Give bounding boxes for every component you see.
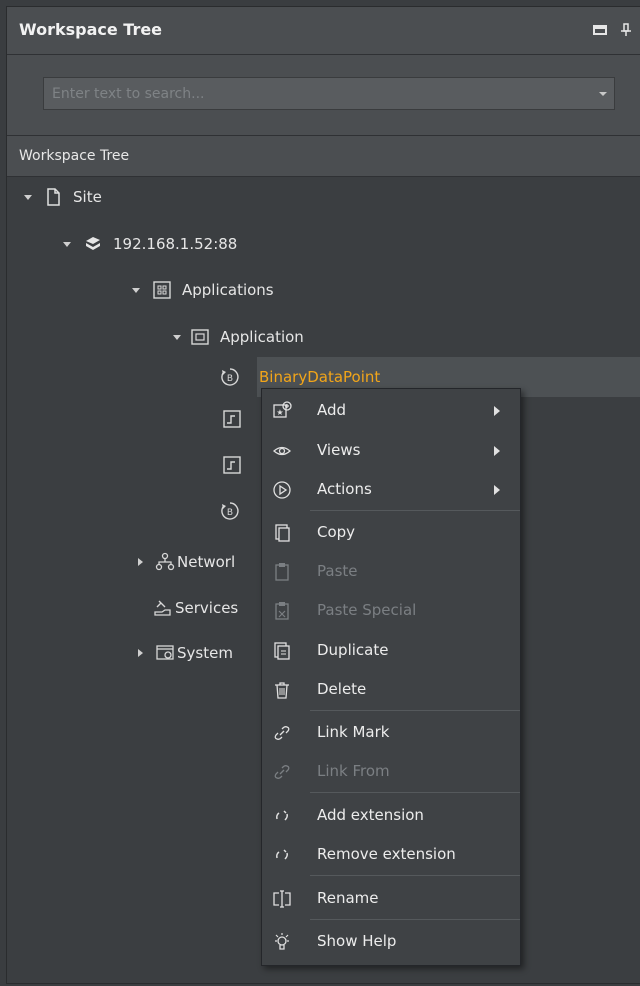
menu-item-label: Rename (317, 889, 379, 907)
collapse-toggle-icon[interactable] (135, 557, 145, 567)
menu-item-link-from[interactable]: Link From (262, 752, 520, 792)
context-menu: ★ Add Views Actions Copy Paste Paste Spe… (261, 388, 521, 966)
document-icon (47, 188, 60, 206)
menu-item-copy[interactable]: Copy (262, 513, 520, 553)
dropdown-arrow-icon[interactable] (598, 90, 608, 98)
collapse-toggle-icon[interactable] (135, 648, 145, 658)
menu-separator (310, 710, 520, 711)
menu-item-add[interactable]: ★ Add (262, 391, 520, 431)
menu-item-label: Link Mark (317, 723, 390, 741)
menu-item-label: Add (317, 401, 347, 419)
tree-header: Workspace Tree (7, 136, 640, 177)
tree-node-label: System (177, 644, 233, 662)
menu-item-duplicate[interactable]: Duplicate (262, 631, 520, 671)
svg-text:B: B (227, 508, 233, 518)
menu-item-paste-special[interactable]: Paste Special (262, 591, 520, 631)
menu-item-views[interactable]: Views (262, 431, 520, 471)
menu-item-paste[interactable]: Paste (262, 552, 520, 592)
paste-special-icon (275, 602, 289, 620)
expand-toggle-icon[interactable] (62, 239, 72, 249)
submenu-arrow-icon (494, 446, 500, 456)
menu-item-show-help[interactable]: Show Help (262, 922, 520, 962)
expand-toggle-icon[interactable] (172, 332, 182, 342)
menu-item-label: Delete (317, 680, 367, 698)
menu-item-label: Copy (317, 523, 356, 541)
tree-node-label: Services (175, 599, 239, 617)
submenu-arrow-icon (494, 485, 500, 495)
analog-datapoint-icon (223, 410, 241, 428)
applications-icon (153, 281, 171, 299)
panel-titlebar: Workspace Tree (7, 7, 640, 55)
tree-node-applications[interactable]: Applications (7, 270, 640, 310)
application-icon (191, 329, 209, 345)
menu-item-label: Paste Special (317, 601, 417, 619)
menu-item-label: Views (317, 441, 361, 459)
search-input[interactable] (44, 78, 584, 109)
link-icon (274, 726, 290, 740)
menu-item-label: Actions (317, 480, 372, 498)
tree-node-label: BinaryDataPoint (259, 368, 381, 386)
search-area (7, 55, 640, 136)
tree-node-label: Applications (182, 281, 274, 299)
system-icon (156, 645, 174, 660)
binary-datapoint-icon: B (221, 502, 239, 520)
tree-node-label: Application (220, 328, 304, 346)
menu-separator (310, 792, 520, 793)
menu-item-label: Paste (317, 562, 358, 580)
menu-item-label: Show Help (317, 932, 397, 950)
eye-icon (273, 446, 291, 456)
expand-toggle-icon[interactable] (23, 192, 33, 202)
menu-item-actions[interactable]: Actions (262, 470, 520, 510)
unlink-icon (274, 765, 290, 779)
menu-item-label: Link From (317, 762, 390, 780)
trash-icon (275, 682, 289, 699)
tree-node-label: Networl (177, 553, 236, 571)
expand-toggle-icon[interactable] (131, 285, 141, 295)
tree-node-label: 192.168.1.52:88 (113, 235, 238, 253)
menu-item-remove-extension[interactable]: Remove extension (262, 835, 520, 875)
lightbulb-icon (275, 933, 289, 950)
add-icon: ★ (273, 401, 292, 418)
network-icon (155, 552, 175, 571)
tree-node-label: Site (73, 188, 102, 206)
menu-item-rename[interactable]: Rename (262, 879, 520, 919)
menu-separator (310, 510, 520, 511)
svg-text:★: ★ (276, 408, 283, 417)
submenu-arrow-icon (494, 406, 500, 416)
services-icon (154, 600, 171, 616)
tree-node-site[interactable]: Site (7, 177, 640, 217)
tree-node-host[interactable]: 192.168.1.52:88 (7, 224, 640, 264)
pin-icon[interactable] (617, 21, 635, 39)
server-icon (86, 237, 100, 250)
menu-item-label: Add extension (317, 806, 424, 824)
menu-item-label: Remove extension (317, 845, 456, 863)
copy-icon (275, 524, 290, 542)
menu-separator (310, 919, 520, 920)
menu-item-link-mark[interactable]: Link Mark (262, 713, 520, 753)
play-icon (273, 481, 291, 499)
maximize-icon[interactable] (591, 21, 609, 39)
panel-title: Workspace Tree (19, 20, 163, 39)
tree-header-label: Workspace Tree (19, 148, 130, 164)
search-combobox[interactable] (43, 77, 615, 110)
paste-icon (275, 563, 289, 581)
menu-separator (310, 875, 520, 876)
binary-datapoint-icon: B (221, 368, 239, 386)
extension-icon (276, 849, 288, 860)
menu-item-label: Duplicate (317, 641, 389, 659)
menu-item-add-extension[interactable]: Add extension (262, 796, 520, 836)
rename-icon (273, 890, 291, 908)
extension-icon (276, 810, 288, 821)
tree-node-application[interactable]: Application (7, 317, 640, 357)
menu-item-delete[interactable]: Delete (262, 670, 520, 710)
svg-text:B: B (227, 374, 233, 384)
analog-datapoint-icon (223, 456, 241, 474)
duplicate-icon (274, 642, 290, 660)
